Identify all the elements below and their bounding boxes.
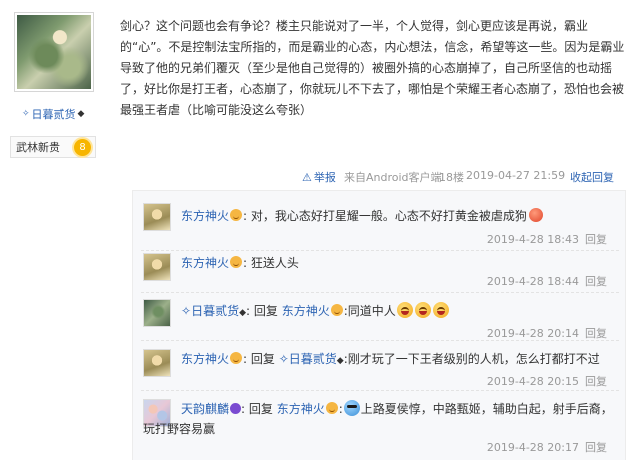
reply-avatar[interactable]: [143, 253, 171, 281]
client-source: 来自Android客户端: [344, 171, 442, 184]
reply-time: 2019-4-28 20:14: [486, 327, 579, 340]
laugh-emoji-icon: [414, 302, 431, 318]
reply-username[interactable]: 天韵麒麟: [181, 402, 229, 416]
reply-content: 东方神火 : 回复 ✧日暮贰货◆:刚才玩了一下王者级别的人机，怎么打都打不过: [181, 349, 617, 371]
reply-time: 2019-4-28 18:43: [486, 233, 579, 246]
reply-target-link[interactable]: ✧日暮贰货: [279, 352, 337, 366]
reply-item: 天韵麒麟: 回复 东方神火: 上路夏侯惇，中路甄姬，辅助白起，射手后裔，玩打野容易…: [141, 395, 619, 459]
post-time: 2019-04-27 21:59: [466, 169, 566, 182]
reply-button[interactable]: 回复: [585, 275, 607, 288]
angry-emoji-icon: [528, 208, 543, 222]
diamond-icon: ◆: [336, 356, 344, 366]
reply-list: 东方神火 : 对，我心态好打星耀一般。心态不好打黄金被虐成狗 2019-4-28 …: [132, 190, 626, 460]
reply-text: : 对，我心态好打星耀一般。心态不好打黄金被虐成狗: [243, 209, 527, 223]
diamond-icon: ◆: [77, 109, 85, 119]
rank-level-badge: 8: [74, 139, 91, 156]
smile-icon: [230, 209, 243, 221]
reply-target-user[interactable]: 东方神火: [277, 402, 325, 416]
reply-username-link[interactable]: ✧日暮贰货: [181, 304, 239, 318]
reply-avatar[interactable]: [143, 299, 171, 327]
post-meta-bar: ⚠ 举报 来自Android客户端 18楼 2019-04-27 21:59 收…: [120, 166, 632, 186]
reply-content: 东方神火 : 狂送人头: [181, 253, 617, 273]
reply-text: :同道中人: [343, 304, 396, 318]
collapse-replies-button[interactable]: 收起回复: [570, 169, 614, 185]
smile-icon: [230, 352, 243, 364]
reply-item: ✧日暮贰货◆: 回复 东方神火 :同道中人 2019-4-28 20:14 回复: [141, 295, 619, 341]
report-link[interactable]: ⚠ 举报: [302, 169, 336, 185]
reply-content: 天韵麒麟: 回复 东方神火: 上路夏侯惇，中路甄姬，辅助白起，射手后裔，玩打野容易…: [143, 400, 613, 436]
reply-avatar[interactable]: [143, 203, 171, 231]
reply-footer: 2019-4-28 20:14 回复: [487, 325, 607, 341]
reply-item: 东方神火 : 对，我心态好打星耀一般。心态不好打黄金被虐成狗 2019-4-28 …: [141, 199, 619, 251]
reply-item: 东方神火 : 回复 ✧日暮贰货◆:刚才玩了一下王者级别的人机，怎么打都打不过 20…: [141, 345, 619, 391]
rank-badge[interactable]: 武林新贵 8: [10, 136, 96, 158]
user-icon: ✧: [181, 304, 192, 318]
user-icon: ✧: [278, 352, 289, 366]
reply-content: 东方神火 : 对，我心态好打星耀一般。心态不好打黄金被虐成狗: [181, 206, 617, 226]
reply-footer: 2019-4-28 20:17 回复: [487, 439, 607, 455]
author-name: 日暮贰货: [31, 108, 76, 121]
rank-title: 武林新贵: [16, 141, 60, 154]
author-column: ✧ 日暮贰货 ◆ 武林新贵 8: [0, 0, 110, 460]
floor-number: 18楼: [439, 171, 464, 184]
reply-footer: 2019-4-28 18:44 回复: [487, 273, 607, 289]
reply-target-user[interactable]: 东方神火: [282, 304, 330, 318]
reply-prefix: : 回复: [243, 352, 275, 366]
avatar-image: [17, 15, 91, 89]
reply-time: 2019-4-28 20:17: [486, 441, 579, 454]
reply-target-user: 日暮贰货: [288, 352, 337, 366]
reply-button[interactable]: 回复: [585, 233, 607, 246]
reply-prefix: : 回复: [241, 402, 273, 416]
reply-content: ✧日暮贰货◆: 回复 东方神火 :同道中人: [181, 301, 617, 323]
reply-item: 东方神火 : 狂送人头 2019-4-28 18:44 回复: [141, 251, 619, 293]
reply-footer: 2019-4-28 20:15 回复: [487, 373, 607, 389]
reply-text: :刚才玩了一下王者级别的人机，怎么打都打不过: [343, 352, 600, 366]
laugh-emoji-icon: [396, 302, 413, 318]
laugh-emoji-icon: [432, 302, 449, 318]
diamond-icon: ◆: [239, 308, 246, 318]
cool-emoji-icon: [343, 400, 360, 416]
reply-button[interactable]: 回复: [585, 441, 607, 454]
reply-time: 2019-4-28 20:15: [486, 375, 579, 388]
author-name-link[interactable]: ✧ 日暮贰货 ◆: [22, 106, 84, 122]
reply-username[interactable]: 东方神火: [181, 256, 229, 270]
reply-time: 2019-4-28 18:44: [486, 275, 579, 288]
reply-avatar[interactable]: [143, 349, 171, 377]
reply-username[interactable]: 东方神火: [181, 209, 229, 223]
reply-username: 日暮贰货: [191, 304, 240, 318]
reply-username[interactable]: 东方神火: [181, 352, 229, 366]
report-label: 举报: [313, 171, 336, 184]
devil-icon: [230, 403, 242, 414]
user-icon: ✧: [22, 109, 30, 119]
reply-button[interactable]: 回复: [585, 327, 607, 340]
post-body: 剑心？这个问题也会有争论？楼主只能说对了一半，个人觉得，剑心更应该是再说，霸业的…: [120, 19, 625, 117]
smile-icon: [330, 304, 343, 316]
smile-icon: [325, 402, 338, 414]
reply-footer: 2019-4-28 18:43 回复: [487, 231, 607, 247]
reply-prefix: : 回复: [246, 304, 278, 318]
author-avatar[interactable]: [14, 12, 94, 92]
smile-icon: [230, 256, 243, 268]
reply-button[interactable]: 回复: [585, 375, 607, 388]
warning-icon: ⚠: [302, 170, 312, 184]
reply-text: : 狂送人头: [243, 256, 299, 270]
